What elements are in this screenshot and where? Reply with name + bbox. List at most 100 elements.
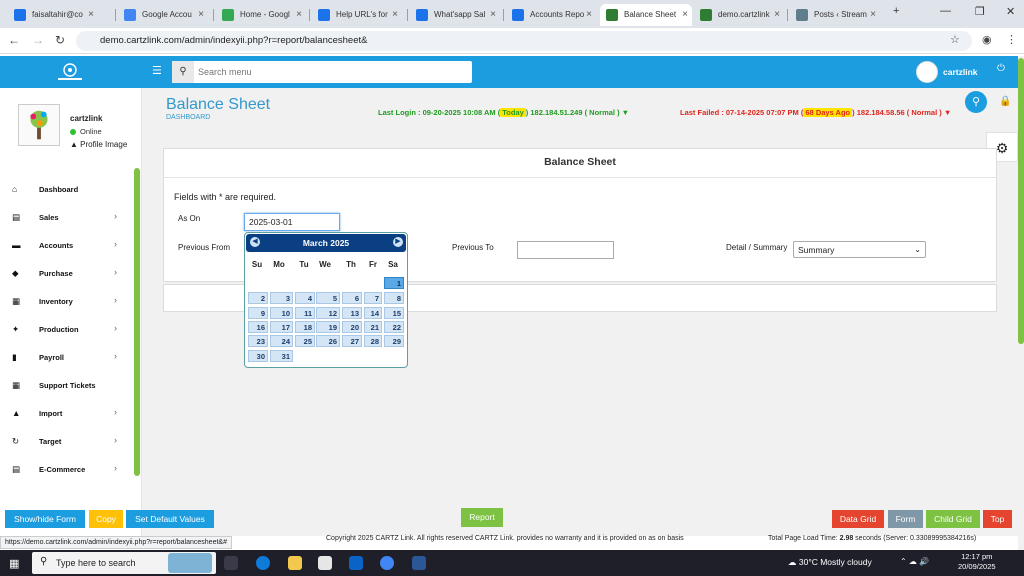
taskbar-clock[interactable]: 12:17 pm 20/09/2025 (958, 552, 996, 572)
calendar-day[interactable]: 14 (364, 307, 382, 319)
calendar-day[interactable]: 16 (248, 321, 268, 333)
prev-month-icon[interactable]: ◀ (250, 237, 260, 247)
calendar-day[interactable]: 25 (295, 335, 315, 347)
profile-icon[interactable]: ◉ (982, 33, 992, 46)
page-breadcrumb[interactable]: DASHBOARD (166, 114, 210, 121)
browser-tab[interactable]: faisaltahir@co × (8, 4, 98, 26)
calendar-day[interactable]: 17 (270, 321, 293, 333)
tab-close-icon[interactable]: × (774, 4, 780, 26)
calendar-day[interactable]: 15 (384, 307, 404, 319)
chrome-icon[interactable] (380, 556, 394, 570)
profile-image-link[interactable]: ▲ Profile Image (70, 140, 127, 149)
sidebar-item-purchase[interactable]: ◆ Purchase › (0, 264, 132, 284)
calendar-day[interactable]: 13 (342, 307, 362, 319)
calendar-day[interactable]: 21 (364, 321, 382, 333)
reload-icon[interactable]: ↻ (55, 33, 65, 47)
tab-close-icon[interactable]: × (870, 4, 876, 26)
new-tab-icon[interactable]: + (893, 5, 899, 17)
browser-tab[interactable]: Balance Sheet × (600, 4, 692, 26)
page-scrollbar[interactable] (1018, 56, 1024, 550)
sidebar-item-support-tickets[interactable]: ▦ Support Tickets (0, 376, 132, 396)
tab-close-icon[interactable]: × (586, 4, 592, 26)
calendar-day[interactable]: 29 (384, 335, 404, 347)
tab-close-icon[interactable]: × (198, 4, 204, 26)
close-window-icon[interactable]: ✕ (1006, 5, 1015, 18)
calendar-day[interactable]: 30 (248, 350, 268, 362)
browser-tab[interactable]: Home - Googl × (216, 4, 306, 26)
previous-to-input[interactable] (517, 241, 614, 259)
tab-close-icon[interactable]: × (490, 4, 496, 26)
bookmark-star-icon[interactable]: ☆ (950, 33, 960, 46)
calendar-day[interactable]: 12 (316, 307, 340, 319)
footer-button-child-grid[interactable]: Child Grid (926, 510, 980, 528)
search-menu-input[interactable] (198, 63, 466, 81)
task-view-icon[interactable] (224, 556, 238, 570)
footer-button-data-grid[interactable]: Data Grid (832, 510, 884, 528)
report-button[interactable]: Report (461, 508, 503, 527)
outlook-icon[interactable] (349, 556, 363, 570)
lock-icon[interactable]: 🔒 (999, 96, 1011, 107)
calendar-day[interactable]: 3 (270, 292, 293, 304)
sidebar-item-target[interactable]: ↻ Target › (0, 432, 132, 452)
browser-tab[interactable]: Google Accou × (118, 4, 208, 26)
detail-summary-select[interactable]: Summary ⌄ (793, 241, 926, 258)
calendar-day[interactable]: 22 (384, 321, 404, 333)
calendar-day[interactable]: 9 (248, 307, 268, 319)
logout-power-icon[interactable]: ⏻ (997, 63, 1005, 74)
menu-toggle-icon[interactable]: ☰ (152, 64, 162, 77)
footer-button-top[interactable]: Top (983, 510, 1012, 528)
calendar-day[interactable]: 8 (384, 292, 404, 304)
calendar-day[interactable]: 11 (295, 307, 315, 319)
tab-close-icon[interactable]: × (88, 4, 94, 26)
sidebar-item-production[interactable]: ✦ Production › (0, 320, 132, 340)
footer-button-form[interactable]: Form (888, 510, 923, 528)
sidebar-item-inventory[interactable]: ▦ Inventory › (0, 292, 132, 312)
calendar-day[interactable]: 28 (364, 335, 382, 347)
back-icon[interactable]: ← (8, 33, 20, 47)
url-field[interactable]: demo.cartzlink.com/admin/indexyii.php?r=… (76, 31, 972, 51)
sidebar-item-dashboard[interactable]: ⌂ Dashboard (0, 180, 132, 200)
file-explorer-icon[interactable] (288, 556, 302, 570)
sidebar-item-sales[interactable]: ▤ Sales › (0, 208, 132, 228)
tab-close-icon[interactable]: × (296, 4, 302, 26)
store-icon[interactable] (318, 556, 332, 570)
calendar-day[interactable]: 6 (342, 292, 362, 304)
tab-close-icon[interactable]: × (682, 4, 688, 26)
calendar-day[interactable]: 23 (248, 335, 268, 347)
calendar-day[interactable]: 4 (295, 292, 315, 304)
browser-tab[interactable]: What'sapp Sal × (410, 4, 500, 26)
calendar-day[interactable]: 20 (342, 321, 362, 333)
calendar-day[interactable]: 26 (316, 335, 340, 347)
calendar-day[interactable]: 2 (248, 292, 268, 304)
calendar-day[interactable]: 27 (342, 335, 362, 347)
search-icon[interactable]: ⚲ (172, 61, 194, 83)
footer-button-show-hide-form[interactable]: Show/hide Form (5, 510, 85, 528)
calendar-day[interactable]: 10 (270, 307, 293, 319)
forward-icon[interactable]: → (32, 33, 44, 47)
calendar-day[interactable]: 18 (295, 321, 315, 333)
browser-tab[interactable]: demo.cartzlink × (694, 4, 784, 26)
sidebar-item-payroll[interactable]: ▮ Payroll › (0, 348, 132, 368)
browser-tab[interactable]: Accounts Repo × (506, 4, 596, 26)
windows-start-icon[interactable]: ▦ (9, 557, 19, 570)
calendar-day[interactable]: 5 (316, 292, 340, 304)
weather-widget[interactable]: ☁ 30°C Mostly cloudy (788, 557, 872, 568)
browser-tab[interactable]: Help URL's for × (312, 4, 402, 26)
global-search-icon[interactable]: ⚲ (965, 91, 987, 113)
sidebar-item-e-commerce[interactable]: ▤ E-Commerce › (0, 460, 132, 480)
minimize-icon[interactable]: — (940, 5, 951, 17)
page-scrollbar-thumb[interactable] (1018, 58, 1024, 344)
browser-menu-icon[interactable]: ⋮ (1006, 33, 1017, 46)
browser-tab[interactable]: Posts ‹ Stream × (790, 4, 880, 26)
sidebar-item-import[interactable]: ▲ Import › (0, 404, 132, 424)
sidebar-item-accounts[interactable]: ▬ Accounts › (0, 236, 132, 256)
calendar-day[interactable]: 1 (384, 277, 404, 289)
calendar-day[interactable]: 31 (270, 350, 293, 362)
footer-button-set-default-values[interactable]: Set Default Values (126, 510, 214, 528)
app-icon[interactable] (412, 556, 426, 570)
restore-icon[interactable]: ❐ (975, 5, 985, 18)
calendar-day[interactable]: 24 (270, 335, 293, 347)
calendar-day[interactable]: 7 (364, 292, 382, 304)
next-month-icon[interactable]: ▶ (393, 237, 403, 247)
sidebar-scrollbar[interactable] (134, 168, 140, 476)
